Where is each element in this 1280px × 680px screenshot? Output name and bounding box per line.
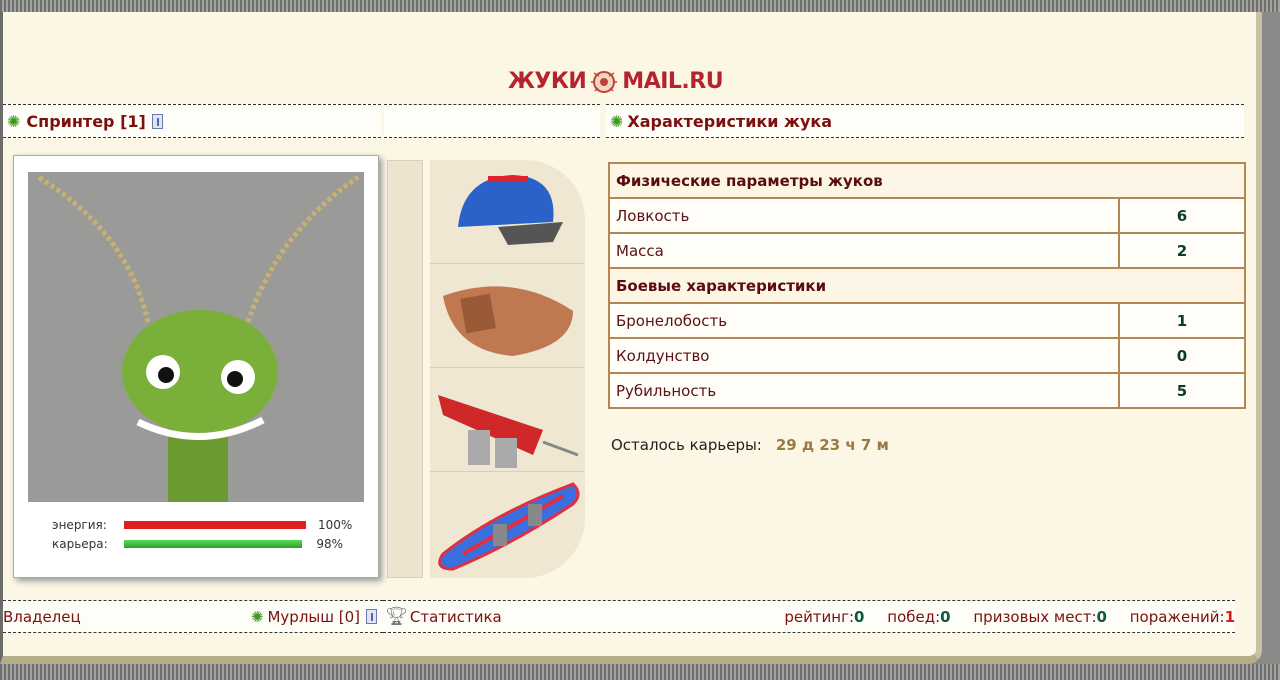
prizes-label: призовых мест: <box>973 607 1097 626</box>
stat-label: Масса <box>608 232 1120 269</box>
energy-percent: 100% <box>318 518 353 532</box>
logo-text-right: MAIL.RU <box>622 68 724 94</box>
item-helmet[interactable] <box>430 160 585 264</box>
info-icon[interactable] <box>151 113 163 129</box>
table-row: Колдунство 0 <box>608 337 1246 374</box>
career-remaining: Осталось карьеры: 29 д 23 ч 7 м <box>611 436 889 454</box>
stat-value: 2 <box>1118 232 1246 269</box>
career-remaining-label: Осталось карьеры: <box>611 436 762 454</box>
stat-value: 1 <box>1118 302 1246 339</box>
bottom-border <box>0 664 1280 680</box>
stat-label: Рубильность <box>608 372 1120 409</box>
statistics-link[interactable]: Статистика <box>410 608 502 626</box>
career-remaining-value: 29 д 23 ч 7 м <box>775 436 889 454</box>
career-row: карьера: 98% <box>52 537 343 551</box>
statistics-row: 🏆︎ Статистика рейтинг:0 побед:0 призовых… <box>383 600 1235 633</box>
stat-value: 0 <box>1118 337 1246 374</box>
stat-label: Колдунство <box>608 337 1120 374</box>
item-rocket[interactable] <box>430 368 585 472</box>
wins-label: побед: <box>887 607 941 626</box>
energy-row: энергия: 100% <box>52 518 352 532</box>
bug-icon: ✺ <box>610 111 624 131</box>
losses-label: поражений: <box>1129 607 1225 626</box>
owner-link[interactable]: Мурлыш [0] <box>267 608 360 626</box>
stat-label: Ловкость <box>608 197 1120 234</box>
stats-table: Физические параметры жуков Ловкость 6 Мас… <box>608 162 1246 409</box>
table-row: Ловкость 6 <box>608 197 1246 234</box>
stat-value: 6 <box>1118 197 1246 234</box>
stats-header: ✺ Характеристики жука <box>606 104 1244 138</box>
wins-value: 0 <box>940 607 951 626</box>
career-bar <box>124 540 303 548</box>
trophy-icon: 🏆︎ <box>385 606 408 627</box>
section-physical: Физические параметры жуков <box>608 162 1246 199</box>
equipment-panel <box>430 160 585 578</box>
statistics-values: рейтинг:0 побед:0 призовых мест:0 пораже… <box>784 608 1235 626</box>
rating-value: 0 <box>854 607 865 626</box>
top-border <box>0 0 1280 12</box>
career-label: карьера: <box>52 537 108 551</box>
header-spacer <box>384 104 600 138</box>
bug-logo-icon <box>591 71 618 93</box>
item-armor[interactable] <box>430 264 585 368</box>
bug-name-header: ✺ Спринтер [1] <box>3 104 381 138</box>
stats-title: Характеристики жука <box>627 111 833 131</box>
energy-bar <box>124 521 306 529</box>
logo[interactable]: ЖУКИ MAIL.RU <box>508 65 724 97</box>
career-percent: 98% <box>316 537 344 551</box>
bug-icon: ✺ <box>7 111 21 131</box>
item-snowboard[interactable] <box>430 472 585 576</box>
table-row: Рубильность 5 <box>608 372 1246 409</box>
bug-name: Спринтер [1] <box>26 111 146 131</box>
owner-label: Владелец <box>3 607 81 626</box>
stat-value: 5 <box>1118 372 1246 409</box>
table-row: Масса 2 <box>608 232 1246 269</box>
logo-text-left: ЖУКИ <box>508 68 587 94</box>
owner-row: Владелец ✺ Мурлыш [0] <box>3 600 383 633</box>
table-row: Бронелобость 1 <box>608 302 1246 339</box>
bug-icon: ✺ <box>250 607 264 626</box>
bug-image <box>28 172 364 502</box>
section-combat: Боевые характеристики <box>608 267 1246 304</box>
energy-label: энергия: <box>52 518 107 532</box>
rating-label: рейтинг: <box>784 607 855 626</box>
bug-portrait: энергия: 100% карьера: 98% <box>13 155 379 578</box>
empty-slots <box>387 160 423 578</box>
losses-value: 1 <box>1224 607 1235 626</box>
info-icon[interactable] <box>366 609 377 624</box>
prizes-value: 0 <box>1096 607 1107 626</box>
page: ЖУКИ MAIL.RU ✺ Спринтер [1] ✺ Характерис… <box>0 12 1262 664</box>
stat-label: Бронелобость <box>608 302 1120 339</box>
